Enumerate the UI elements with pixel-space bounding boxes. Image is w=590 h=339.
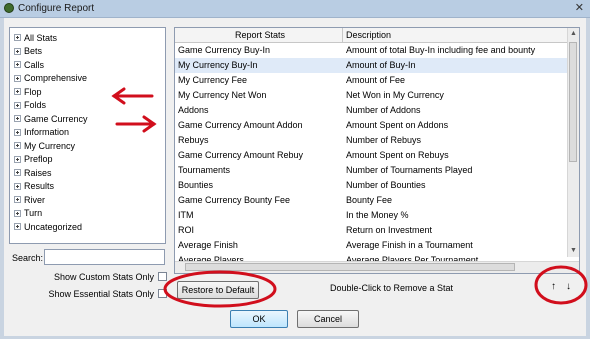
annotation-circle-move xyxy=(534,265,588,305)
annotation-overlay xyxy=(111,87,588,308)
annotation-circle-restore xyxy=(163,270,277,308)
